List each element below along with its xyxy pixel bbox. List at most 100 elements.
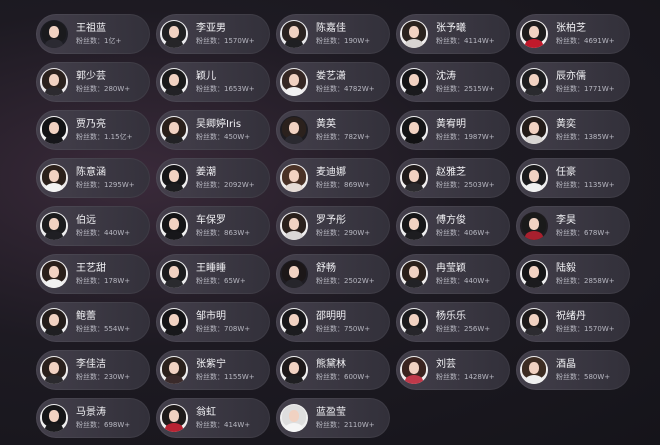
celebrity-card[interactable]: 罗予彤 粉丝数：290W+ xyxy=(276,206,390,246)
celebrity-card[interactable]: 车保罗粉丝数：863W+ xyxy=(156,206,270,246)
celebrity-card[interactable]: 黄宥明 粉丝数：1987W+ xyxy=(396,110,510,150)
celebrity-card[interactable]: 杨乐乐 粉丝数：256W+ xyxy=(396,302,510,342)
celebrity-card[interactable]: 酒晶 粉丝数：580W+ xyxy=(516,350,630,390)
celebrity-card[interactable]: 王睡睡 粉丝数：65W+ xyxy=(156,254,270,294)
celebrity-card[interactable]: 陈意涵 粉丝数：1295W+ xyxy=(36,158,150,198)
celebrity-card[interactable]: 王艺甜 粉丝数：178W+ xyxy=(36,254,150,294)
celebrity-card[interactable]: 熊黛林 粉丝数：600W+ xyxy=(276,350,390,390)
fan-count-label: 粉丝数： xyxy=(76,325,104,333)
celebrity-card[interactable]: 张予曦 粉丝数：4114W+ xyxy=(396,14,510,54)
celebrity-card[interactable]: 郭少芸 粉丝数：280W+ xyxy=(36,62,150,102)
celebrity-card[interactable]: 张柏芝 粉丝数：4691W+ xyxy=(516,14,630,54)
celebrity-card[interactable]: 陆毅 粉丝数：2858W+ xyxy=(516,254,630,294)
fan-count-label: 粉丝数： xyxy=(316,85,344,93)
fan-count: 粉丝数：2110W+ xyxy=(316,420,375,430)
celebrity-card[interactable]: 颖儿 粉丝数：1653W+ xyxy=(156,62,270,102)
celebrity-card[interactable]: 沈涛 粉丝数：2515W+ xyxy=(396,62,510,102)
celebrity-card[interactable]: 黄英 粉丝数：782W+ xyxy=(276,110,390,150)
celebrity-card[interactable]: 赵雅芝 粉丝数：2503W+ xyxy=(396,158,510,198)
celebrity-card[interactable]: 姜潮 粉丝数：2092W+ xyxy=(156,158,270,198)
fan-count: 粉丝数：256W+ xyxy=(436,324,490,334)
celebrity-info: 蓝盈莹 粉丝数：2110W+ xyxy=(316,406,375,430)
fan-count-label: 粉丝数： xyxy=(556,277,584,285)
celebrity-card[interactable]: 李亚男粉丝数：1570W+ xyxy=(156,14,270,54)
avatar xyxy=(40,20,68,48)
avatar xyxy=(160,212,188,240)
celebrity-info: 冉莹颖 粉丝数：440W+ xyxy=(436,262,490,286)
fan-count-label: 粉丝数： xyxy=(196,325,224,333)
celebrity-card[interactable]: 辰亦儒 粉丝数：1771W+ xyxy=(516,62,630,102)
celebrity-card[interactable]: 冉莹颖 粉丝数：440W+ xyxy=(396,254,510,294)
celebrity-card[interactable]: 娄艺潇 粉丝数：4782W+ xyxy=(276,62,390,102)
celebrity-card[interactable]: 陈嘉佳 粉丝数：190W+ xyxy=(276,14,390,54)
celebrity-card[interactable]: 祝绪丹 粉丝数：1570W+ xyxy=(516,302,630,342)
avatar xyxy=(40,212,68,240)
celebrity-grid: 王祖蓝 粉丝数：1亿+ 李亚男 粉丝数：1570W+ 陈嘉佳 粉丝数：190W+ 张予曦 粉丝… xyxy=(36,14,630,438)
fan-count: 粉丝数：1.15亿+ xyxy=(76,132,132,142)
celebrity-name: 刘芸 xyxy=(436,359,456,370)
fan-count-label: 粉丝数： xyxy=(76,37,104,45)
celebrity-card[interactable]: 李佳洁 粉丝数：230W+ xyxy=(36,350,150,390)
celebrity-card[interactable]: 舒畅 粉丝数：2502W+ xyxy=(276,254,390,294)
fan-count: 粉丝数：2503W+ xyxy=(436,180,495,190)
avatar xyxy=(160,164,188,192)
celebrity-info: 邵明明 粉丝数：750W+ xyxy=(316,310,370,334)
celebrity-card[interactable]: 黄奕 粉丝数：1385W+ xyxy=(516,110,630,150)
fan-count-label: 粉丝数： xyxy=(556,373,584,381)
celebrity-card[interactable]: 伯远 粉丝数：440W+ xyxy=(36,206,150,246)
celebrity-name: 李亚男 xyxy=(196,23,226,34)
celebrity-card[interactable]: 任豪 粉丝数：1135W+ xyxy=(516,158,630,198)
celebrity-info: 吴卿婷Iris 粉丝数：450W+ xyxy=(196,118,250,142)
fan-count: 粉丝数：230W+ xyxy=(76,372,130,382)
fan-count-label: 粉丝数： xyxy=(76,181,104,189)
celebrity-card[interactable]: 麦迪娜 粉丝数：869W+ xyxy=(276,158,390,198)
fan-count: 粉丝数：863W+ xyxy=(196,228,250,238)
celebrity-info: 王艺甜 粉丝数：178W+ xyxy=(76,262,130,286)
fan-count: 粉丝数：1570W+ xyxy=(196,36,255,46)
celebrity-name: 贾乃亮 xyxy=(76,119,106,130)
celebrity-info: 鲍蕾 粉丝数：554W+ xyxy=(76,310,130,334)
celebrity-info: 罗予彤 粉丝数：290W+ xyxy=(316,214,370,238)
celebrity-info: 刘芸 粉丝数：1428W+ xyxy=(436,358,495,382)
fan-count: 粉丝数：1135W+ xyxy=(556,180,615,190)
celebrity-card[interactable]: 翁虹 粉丝数：414W+ xyxy=(156,398,270,438)
celebrity-card[interactable]: 刘芸 粉丝数：1428W+ xyxy=(396,350,510,390)
celebrity-card[interactable]: 傅方俊 粉丝数：406W+ xyxy=(396,206,510,246)
celebrity-info: 舒畅 粉丝数：2502W+ xyxy=(316,262,375,286)
celebrity-card[interactable]: 马景涛 粉丝数：698W+ xyxy=(36,398,150,438)
avatar xyxy=(520,68,548,96)
celebrity-card[interactable]: 鲍蕾 粉丝数：554W+ xyxy=(36,302,150,342)
celebrity-info: 李佳洁 粉丝数：230W+ xyxy=(76,358,130,382)
celebrity-info: 傅方俊 粉丝数：406W+ xyxy=(436,214,490,238)
celebrity-name: 邹市明 xyxy=(196,311,226,322)
fan-count: 粉丝数：280W+ xyxy=(76,84,130,94)
fan-count-label: 粉丝数： xyxy=(316,229,344,237)
celebrity-info: 翁虹 粉丝数：414W+ xyxy=(196,406,250,430)
fan-count-label: 粉丝数： xyxy=(76,421,104,429)
avatar xyxy=(520,212,548,240)
celebrity-card[interactable]: 邵明明 粉丝数：750W+ xyxy=(276,302,390,342)
celebrity-card[interactable]: 王祖蓝 粉丝数：1亿+ xyxy=(36,14,150,54)
fan-count-value: 863W+ xyxy=(224,229,251,237)
fan-count: 粉丝数：2515W+ xyxy=(436,84,495,94)
celebrity-card[interactable]: 张紫宁 粉丝数：1155W+ xyxy=(156,350,270,390)
fan-count-value: 1亿+ xyxy=(104,37,122,45)
avatar xyxy=(400,260,428,288)
celebrity-name: 车保罗 xyxy=(196,215,226,226)
fan-count-value: 1295W+ xyxy=(104,181,135,189)
celebrity-card[interactable]: 邹市明 粉丝数：708W+ xyxy=(156,302,270,342)
fan-count-value: 1428W+ xyxy=(464,373,495,381)
celebrity-info: 颖儿 粉丝数：1653W+ xyxy=(196,70,255,94)
fan-count-value: 256W+ xyxy=(464,325,491,333)
avatar xyxy=(280,404,308,432)
fan-count-label: 粉丝数： xyxy=(556,181,584,189)
fan-count-value: 750W+ xyxy=(344,325,371,333)
avatar xyxy=(520,116,548,144)
celebrity-card[interactable]: 李昊 粉丝数：678W+ xyxy=(516,206,630,246)
fan-count: 粉丝数：554W+ xyxy=(76,324,130,334)
celebrity-card[interactable]: 蓝盈莹 粉丝数：2110W+ xyxy=(276,398,390,438)
celebrity-card[interactable]: 贾乃亮粉丝数：1.15亿+ xyxy=(36,110,150,150)
celebrity-name: 罗予彤 xyxy=(316,215,346,226)
celebrity-name: 冉莹颖 xyxy=(436,263,466,274)
celebrity-card[interactable]: 吴卿婷Iris 粉丝数：450W+ xyxy=(156,110,270,150)
